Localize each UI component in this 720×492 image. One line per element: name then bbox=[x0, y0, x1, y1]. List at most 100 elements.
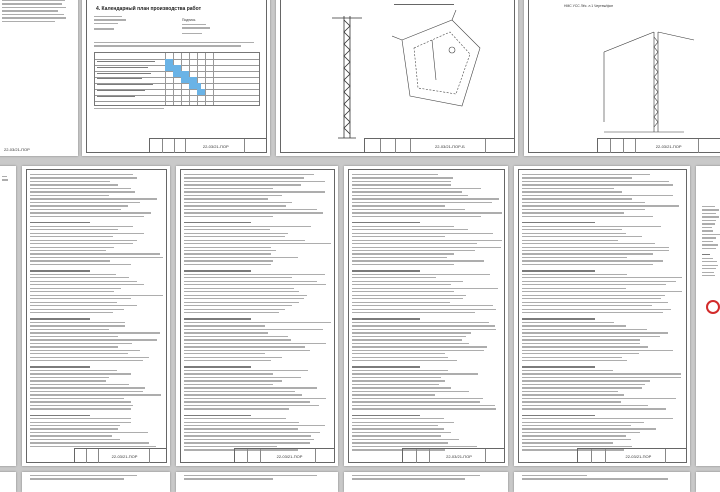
text-line bbox=[30, 305, 138, 307]
text-line bbox=[522, 208, 646, 211]
text-line bbox=[30, 425, 120, 427]
document-page-drawing[interactable]: НМС УСС Лёс. л.1 Чертеж/фон 22-03/21-ПОР bbox=[524, 0, 720, 156]
text-line bbox=[522, 397, 676, 400]
text-line bbox=[352, 243, 477, 245]
text-line bbox=[184, 428, 298, 430]
text-line bbox=[30, 353, 128, 355]
text-line bbox=[522, 194, 673, 197]
text-line bbox=[30, 174, 134, 176]
page-code: 22-03/21-ПОР bbox=[625, 454, 652, 459]
text-line bbox=[30, 263, 131, 266]
text-line bbox=[184, 356, 282, 358]
text-line bbox=[184, 376, 301, 379]
text-line bbox=[352, 349, 484, 351]
text-line bbox=[522, 418, 673, 420]
document-page-text[interactable] bbox=[696, 166, 720, 466]
text-line bbox=[522, 435, 626, 437]
text-line bbox=[702, 254, 711, 256]
text-line bbox=[30, 373, 131, 375]
text-line bbox=[184, 335, 288, 338]
text-line bbox=[30, 380, 107, 382]
document-page-text[interactable]: 22-03/21-ПОР bbox=[176, 166, 338, 466]
document-page-text[interactable]: 22-03/21-ПОР bbox=[344, 166, 508, 466]
text-line bbox=[352, 445, 477, 448]
text-line bbox=[30, 294, 163, 296]
document-page[interactable] bbox=[0, 166, 16, 466]
text-line bbox=[30, 243, 134, 245]
text-line bbox=[702, 257, 713, 259]
text-line bbox=[184, 280, 318, 282]
text-line bbox=[352, 177, 453, 179]
document-page-drawing[interactable]: 22-03/21-ПОР-Б bbox=[276, 0, 518, 156]
text-line bbox=[352, 376, 441, 379]
text-line bbox=[352, 397, 483, 400]
text-line bbox=[184, 198, 269, 200]
text-line bbox=[352, 246, 501, 248]
text-line bbox=[522, 212, 625, 214]
text-line bbox=[184, 435, 312, 437]
text-line bbox=[702, 226, 713, 229]
text-line bbox=[522, 321, 615, 324]
text-line bbox=[30, 431, 148, 434]
text-line bbox=[30, 321, 126, 324]
text-line bbox=[522, 373, 681, 375]
text-line bbox=[522, 280, 676, 282]
document-page-text[interactable]: 22-03/21-ПОР bbox=[22, 166, 170, 466]
text-line bbox=[702, 219, 717, 222]
document-page[interactable] bbox=[514, 472, 690, 492]
text-line bbox=[184, 194, 282, 197]
document-page[interactable] bbox=[176, 472, 338, 492]
text-line bbox=[30, 346, 119, 348]
text-line bbox=[30, 421, 131, 423]
text-line bbox=[352, 215, 481, 218]
text-line bbox=[702, 237, 716, 239]
text-line bbox=[522, 287, 626, 289]
text-line bbox=[522, 332, 668, 334]
site-plan-drawing bbox=[392, 10, 481, 107]
text-line bbox=[352, 239, 502, 241]
text-line bbox=[30, 442, 150, 444]
text-line bbox=[352, 198, 499, 200]
text-line bbox=[352, 353, 445, 355]
document-page-text[interactable]: 22-03/21-ПОР bbox=[514, 166, 690, 466]
document-page-schedule[interactable]: 4. Календарный план производства работ П… bbox=[82, 0, 270, 156]
document-page[interactable] bbox=[696, 472, 720, 492]
text-line bbox=[352, 263, 454, 266]
text-line bbox=[352, 294, 466, 296]
text-line bbox=[184, 390, 295, 393]
text-line bbox=[352, 394, 435, 396]
text-line bbox=[30, 194, 110, 197]
document-page[interactable] bbox=[22, 472, 170, 492]
document-page[interactable]: 22-03/21-ПОР bbox=[0, 0, 78, 156]
text-line bbox=[522, 246, 670, 248]
text-line bbox=[184, 318, 251, 320]
text-line bbox=[30, 435, 112, 437]
text-line bbox=[184, 260, 273, 262]
text-line bbox=[30, 260, 111, 262]
text-line bbox=[184, 212, 324, 214]
text-line bbox=[352, 174, 438, 176]
text-line bbox=[522, 369, 613, 372]
page-code: 22-03/21-ПОР bbox=[446, 454, 472, 459]
text-line bbox=[184, 321, 331, 324]
text-line bbox=[522, 356, 623, 358]
text-line bbox=[184, 243, 331, 245]
document-page[interactable] bbox=[0, 472, 16, 492]
text-line bbox=[352, 184, 451, 186]
text-line bbox=[352, 339, 462, 341]
text-line bbox=[184, 263, 272, 266]
text-line bbox=[702, 275, 715, 277]
text-line bbox=[522, 184, 673, 186]
text-line bbox=[352, 435, 441, 437]
document-page[interactable] bbox=[344, 472, 508, 492]
text-line bbox=[352, 318, 420, 320]
crane-drawing bbox=[332, 16, 362, 139]
text-line bbox=[30, 318, 91, 320]
text-line bbox=[30, 383, 130, 386]
approved-label: Подпись bbox=[182, 18, 196, 22]
warning-sign-icon bbox=[706, 300, 720, 314]
text-line bbox=[522, 256, 628, 259]
text-line bbox=[184, 404, 319, 407]
text-line bbox=[522, 205, 680, 207]
text-line bbox=[352, 360, 457, 362]
